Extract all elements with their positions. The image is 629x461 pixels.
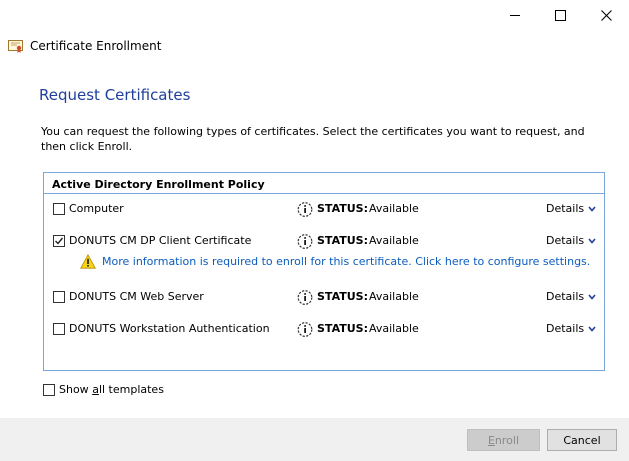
- enroll-button[interactable]: Enroll: [467, 429, 540, 451]
- label-part: ll templates: [98, 383, 164, 396]
- certificate-row-workstation-auth: DONUTS Workstation Authentication STATUS…: [44, 321, 604, 339]
- details-toggle[interactable]: Details: [546, 290, 596, 303]
- status-value: Available: [369, 234, 419, 247]
- instructions-text: You can request the following types of c…: [41, 125, 585, 153]
- certificate-name: DONUTS CM Web Server: [69, 290, 204, 303]
- configure-settings-link[interactable]: More information is required to enroll f…: [102, 255, 590, 268]
- page-title: Request Certificates: [39, 86, 191, 104]
- close-icon: [600, 9, 612, 21]
- info-icon: [297, 290, 313, 305]
- certificate-icon: [8, 40, 23, 53]
- chevron-down-icon: [588, 238, 596, 244]
- info-icon: [297, 322, 313, 337]
- certificate-row-computer: Computer STATUS: Available Details: [44, 201, 604, 219]
- certificate-checkbox[interactable]: [53, 203, 65, 215]
- status-value: Available: [369, 202, 419, 215]
- certificate-row-dp-client: DONUTS CM DP Client Certificate STATUS: …: [44, 233, 604, 251]
- show-all-templates-label[interactable]: Show all templates: [59, 383, 164, 396]
- details-label: Details: [546, 234, 585, 247]
- certificate-name: DONUTS Workstation Authentication: [69, 322, 270, 335]
- minimize-button[interactable]: [492, 0, 538, 30]
- wizard-header: Certificate Enrollment: [8, 37, 161, 55]
- status-label: STATUS:: [317, 202, 368, 215]
- certificate-name: Computer: [69, 202, 124, 215]
- button-label: nroll: [494, 433, 520, 447]
- label-part: Show: [59, 383, 93, 396]
- accelerator-key: a: [92, 383, 99, 396]
- chevron-down-icon: [588, 326, 596, 332]
- details-toggle[interactable]: Details: [546, 234, 596, 247]
- certificate-name: DONUTS CM DP Client Certificate: [69, 234, 252, 247]
- minimize-icon: [510, 14, 520, 16]
- status-value: Available: [369, 322, 419, 335]
- checkmark-icon: [55, 237, 64, 245]
- title-bar: [0, 0, 629, 30]
- details-toggle[interactable]: Details: [546, 202, 596, 215]
- cancel-button[interactable]: Cancel: [547, 429, 617, 451]
- details-label: Details: [546, 202, 585, 215]
- certificate-row-web-server: DONUTS CM Web Server STATUS: Available D…: [44, 289, 604, 307]
- show-all-templates-checkbox[interactable]: [43, 384, 55, 396]
- certificate-checkbox[interactable]: [53, 323, 65, 335]
- policy-divider: [44, 193, 604, 194]
- status-value: Available: [369, 290, 419, 303]
- details-label: Details: [546, 322, 585, 335]
- chevron-down-icon: [588, 294, 596, 300]
- details-toggle[interactable]: Details: [546, 322, 596, 335]
- enrollment-policy-panel: Active Directory Enrollment Policy Compu…: [43, 172, 605, 371]
- more-info-warning: More information is required to enroll f…: [80, 254, 600, 272]
- close-button[interactable]: [583, 0, 629, 30]
- chevron-down-icon: [588, 206, 596, 212]
- certificate-checkbox[interactable]: [53, 235, 65, 247]
- policy-header: Active Directory Enrollment Policy: [52, 178, 265, 191]
- accelerator-key: E: [487, 433, 495, 447]
- info-icon: [297, 202, 313, 217]
- maximize-icon: [554, 9, 566, 21]
- info-icon: [297, 234, 313, 249]
- button-bar: Enroll Cancel: [0, 418, 629, 461]
- status-label: STATUS:: [317, 322, 368, 335]
- warning-icon: [80, 254, 96, 269]
- details-label: Details: [546, 290, 585, 303]
- status-label: STATUS:: [317, 234, 368, 247]
- wizard-title: Certificate Enrollment: [30, 39, 162, 53]
- certificate-checkbox[interactable]: [53, 291, 65, 303]
- status-label: STATUS:: [317, 290, 368, 303]
- maximize-button[interactable]: [537, 0, 583, 30]
